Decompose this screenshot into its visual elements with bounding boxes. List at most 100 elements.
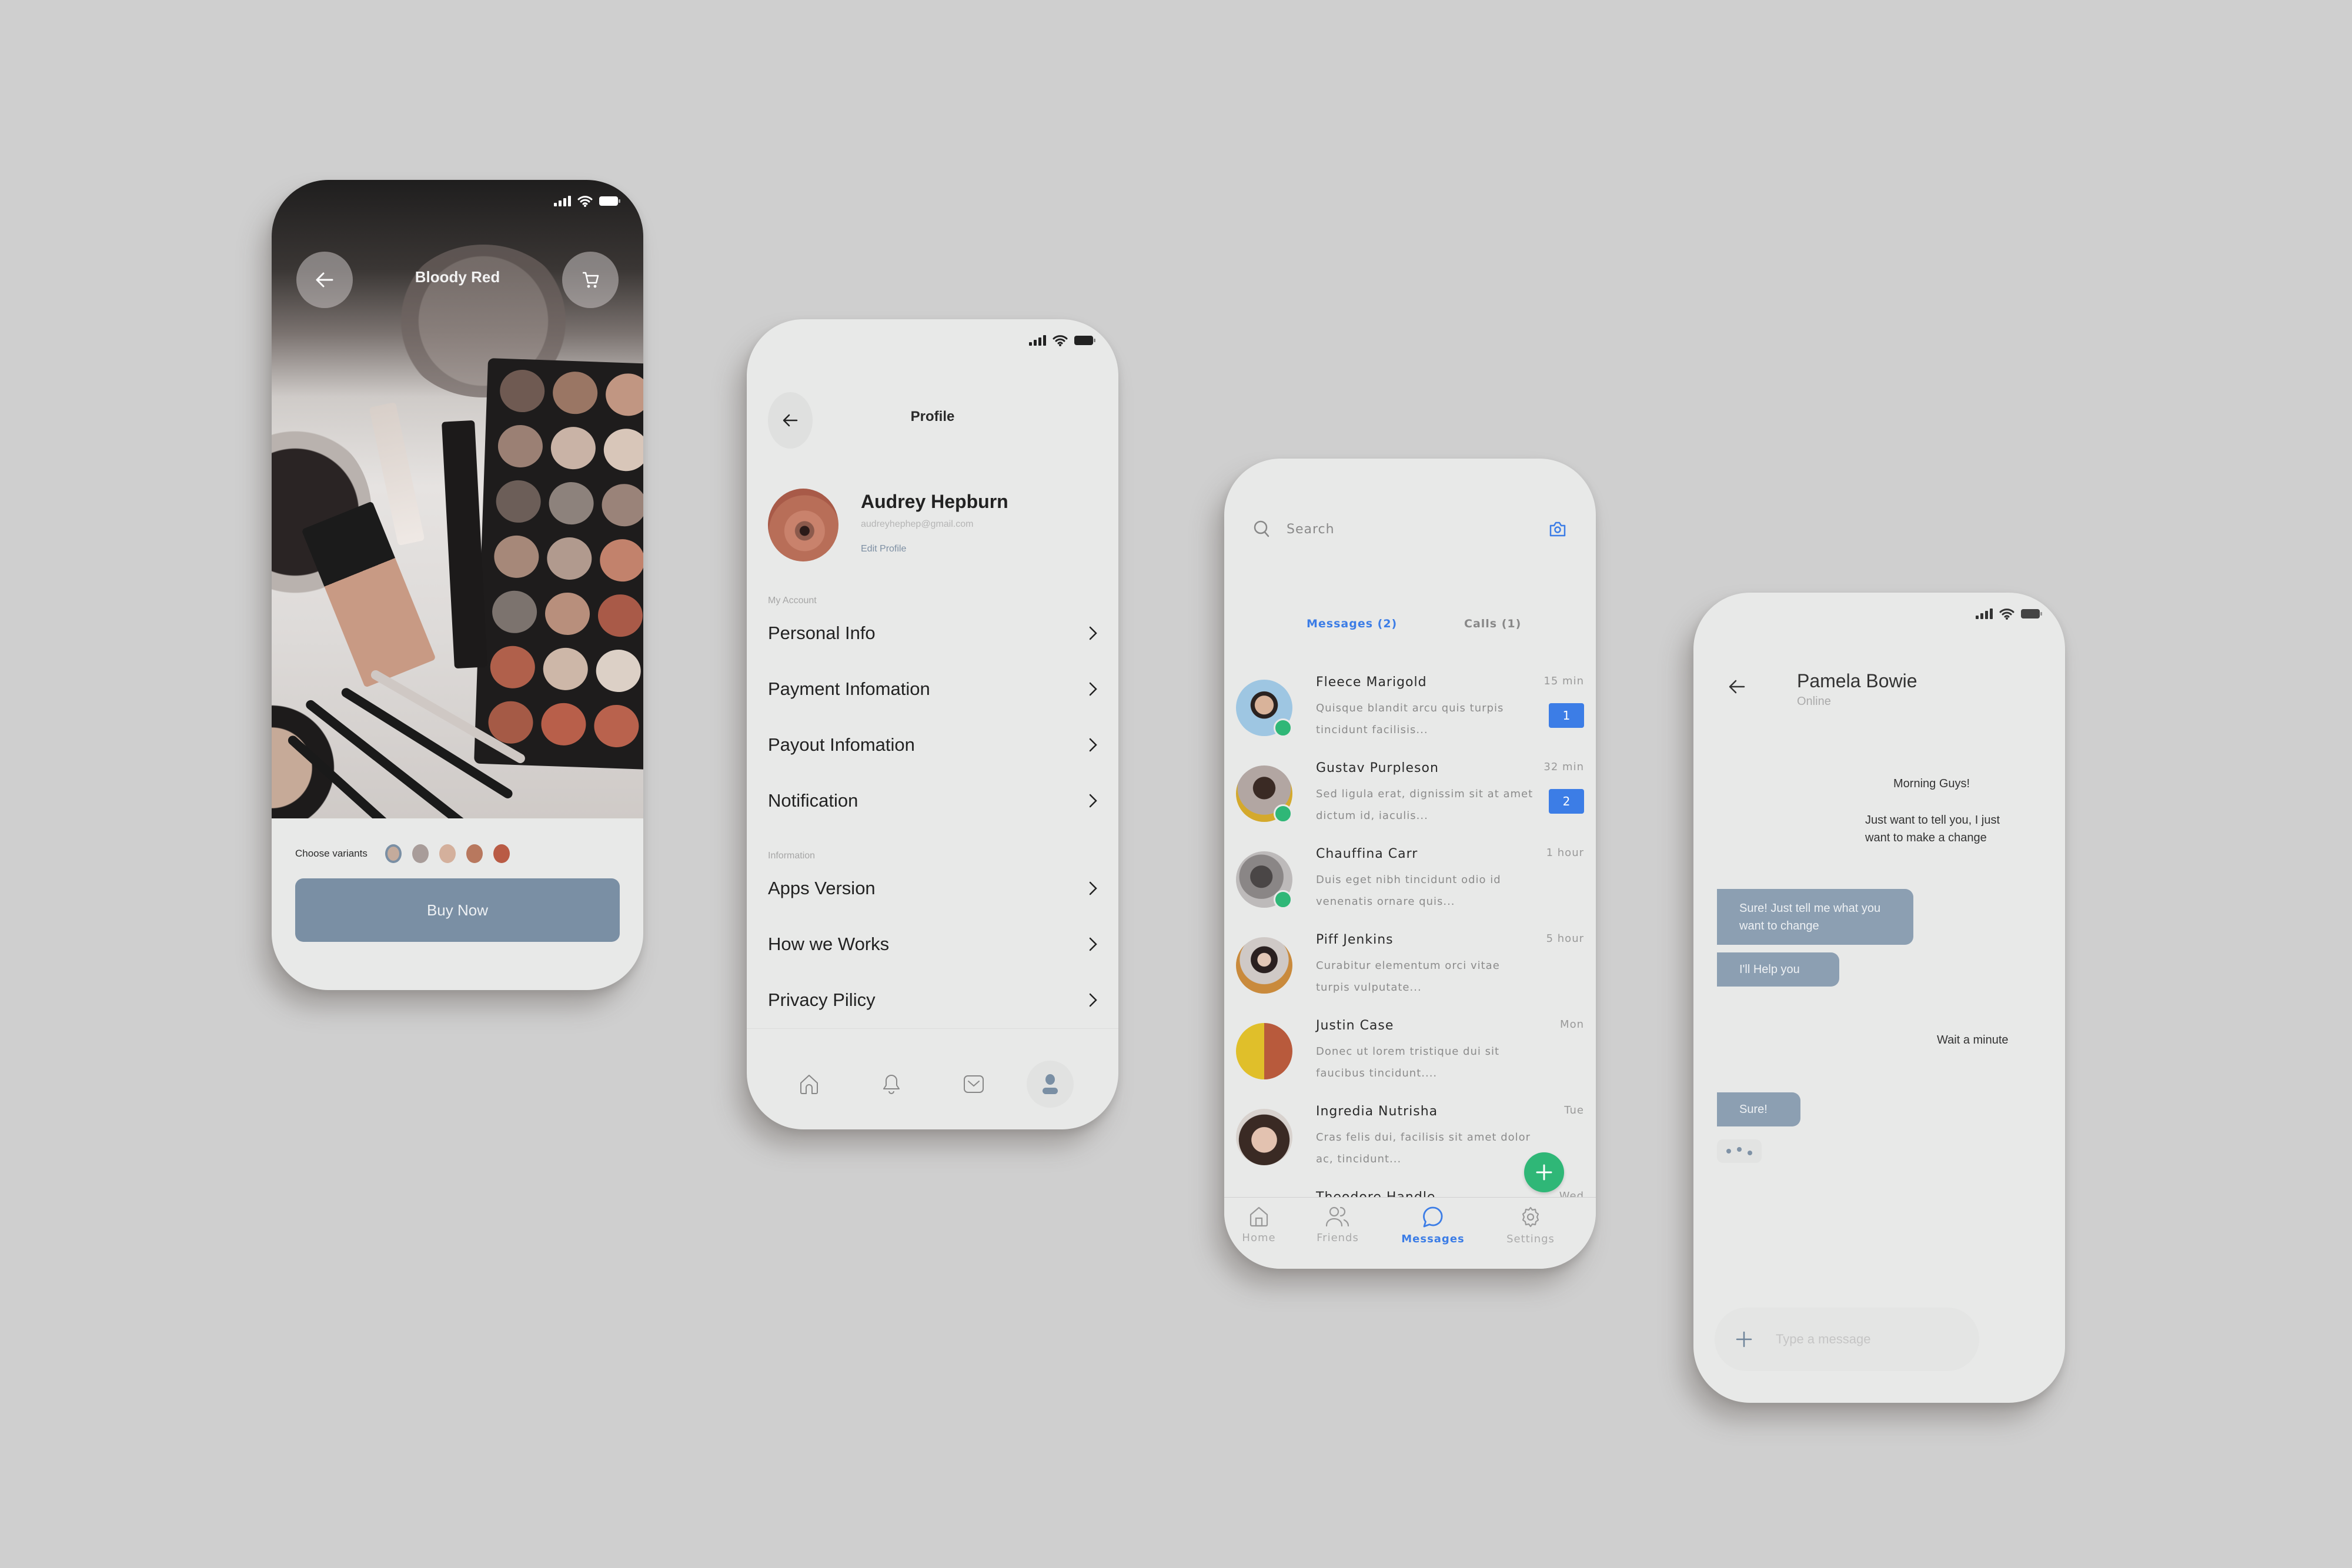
tab-home[interactable] [786,1061,833,1108]
new-message-button[interactable] [1524,1152,1564,1192]
signal-icon [1976,609,1993,619]
menu-item-how-we-works[interactable]: How we Works [768,927,1097,962]
conversation-item[interactable]: Chauffina Carr Duis eget nibh tincidunt … [1236,847,1584,932]
message-sent: Sure! Just tell me what you want to chan… [1717,889,1913,945]
tab-notifications[interactable] [868,1061,915,1108]
conversation-item[interactable]: Gustav Purpleson Sed ligula erat, dignis… [1236,761,1584,847]
nav-settings[interactable]: Settings [1492,1206,1569,1245]
menu-item-label: How we Works [768,934,890,954]
menu-item-apps-version[interactable]: Apps Version [768,871,1097,906]
home-icon [800,1075,818,1094]
profile-name: Audrey Hepburn [861,491,1008,512]
avatar [1236,1023,1292,1079]
variant-swatch-3[interactable] [439,844,456,863]
contact-name: Fleece Marigold [1316,675,1427,690]
conversation-item[interactable]: Justin Case Donec ut lorem tristique dui… [1236,1018,1584,1104]
variant-swatch-2[interactable] [412,844,429,863]
variant-picker: Choose variants [295,844,520,863]
buy-now-button[interactable]: Buy Now [295,878,620,942]
tab-profile[interactable] [1027,1061,1074,1108]
user-icon [1043,1074,1058,1094]
menu-item-label: Payout Infomation [768,734,915,755]
chat-screen: Pamela Bowie Online Morning Guys! Just w… [1693,593,2065,1403]
menu-item-payout-information[interactable]: Payout Infomation [768,727,1097,763]
message-preview: Quisque blandit arcu quis turpis tincidu… [1316,702,1504,736]
tab-messages[interactable] [950,1061,997,1108]
section-label-my-account: My Account [768,596,817,606]
product-screen: Bloody Red Choose variants Buy Now [272,180,643,990]
tab-calls[interactable]: Calls (1) [1464,617,1521,630]
tab-messages[interactable]: Messages (2) [1307,617,1397,630]
message-time: 1 hour [1546,847,1584,859]
online-indicator [1274,804,1292,823]
home-icon [1250,1206,1268,1227]
menu-item-privacy-policy[interactable]: Privacy Pilicy [768,982,1097,1018]
chevron-right-icon [1089,993,1097,1007]
plus-icon [1536,1164,1552,1181]
nav-label: Friends [1317,1232,1359,1244]
cart-button[interactable] [562,252,619,308]
edit-profile-link[interactable]: Edit Profile [861,544,906,554]
variant-swatch-1[interactable] [385,844,402,863]
menu-item-personal-info[interactable]: Personal Info [768,616,1097,651]
message-time: 32 min [1544,761,1584,773]
friends-icon [1325,1206,1349,1227]
unread-badge: 2 [1549,789,1584,814]
message-input[interactable] [1775,1331,1946,1348]
message-sent: I'll Help you [1717,952,1839,987]
message-time: Mon [1560,1018,1584,1031]
typing-indicator [1717,1139,1762,1163]
nav-messages[interactable]: Messages [1395,1206,1471,1245]
signal-icon [1029,335,1046,346]
status-bar [1976,608,2043,620]
nav-home[interactable]: Home [1224,1206,1297,1244]
message-sent: Sure! [1717,1092,1800,1126]
search-input[interactable] [1285,521,1549,537]
conversation-item[interactable]: Fleece Marigold Quisque blandit arcu qui… [1236,675,1584,761]
variant-swatch-4[interactable] [466,844,483,863]
contact-name: Piff Jenkins [1316,932,1394,947]
nav-label: Messages [1401,1233,1465,1245]
contact-name: Pamela Bowie [1797,670,1917,691]
menu-item-label: Personal Info [768,623,876,643]
wifi-icon [577,196,593,207]
menu-item-label: Payment Infomation [768,678,930,699]
online-indicator [1274,718,1292,737]
contact-name: Justin Case [1316,1018,1394,1033]
avatar [1236,1109,1292,1165]
battery-icon [2021,609,2042,618]
avatar [768,489,838,561]
chevron-right-icon [1089,881,1097,895]
chevron-right-icon [1089,937,1097,951]
avatar [1236,937,1292,994]
camera-icon[interactable] [1549,521,1566,537]
search-bar [1254,511,1566,547]
back-button[interactable] [1729,680,1745,697]
chat-bubble-icon [1423,1206,1443,1228]
contact-name: Ingredia Nutrisha [1316,1104,1438,1119]
status-bar [1029,335,1096,346]
menu-item-label: Privacy Pilicy [768,989,876,1010]
message-time: Tue [1564,1104,1584,1116]
bell-icon [883,1075,900,1094]
menu-item-label: Apps Version [768,878,876,898]
contact-name: Chauffina Carr [1316,847,1418,861]
message-time: 15 min [1544,675,1584,687]
menu-item-notification[interactable]: Notification [768,783,1097,818]
conversation-item[interactable]: Piff Jenkins Curabitur elementum orci vi… [1236,932,1584,1018]
profile-screen: Profile Audrey Hepburn audreyhephep@gmai… [747,319,1118,1129]
section-label-information: Information [768,851,816,861]
message-preview: Duis eget nibh tincidunt odio id venenat… [1316,874,1501,908]
message-preview: Donec ut lorem tristique dui sit faucibu… [1316,1045,1500,1079]
mail-icon [964,1075,984,1093]
profile-email: audreyhephep@gmail.com [861,519,974,529]
nav-label: Home [1242,1232,1276,1244]
variant-swatch-5[interactable] [493,844,510,863]
chevron-right-icon [1089,682,1097,696]
contact-status: Online [1797,695,1831,708]
menu-item-payment-information[interactable]: Payment Infomation [768,671,1097,707]
attach-button[interactable] [1720,1316,1768,1363]
message-received: Wait a minute [1937,1034,2009,1047]
nav-label: Settings [1506,1233,1555,1245]
nav-friends[interactable]: Friends [1299,1206,1376,1244]
